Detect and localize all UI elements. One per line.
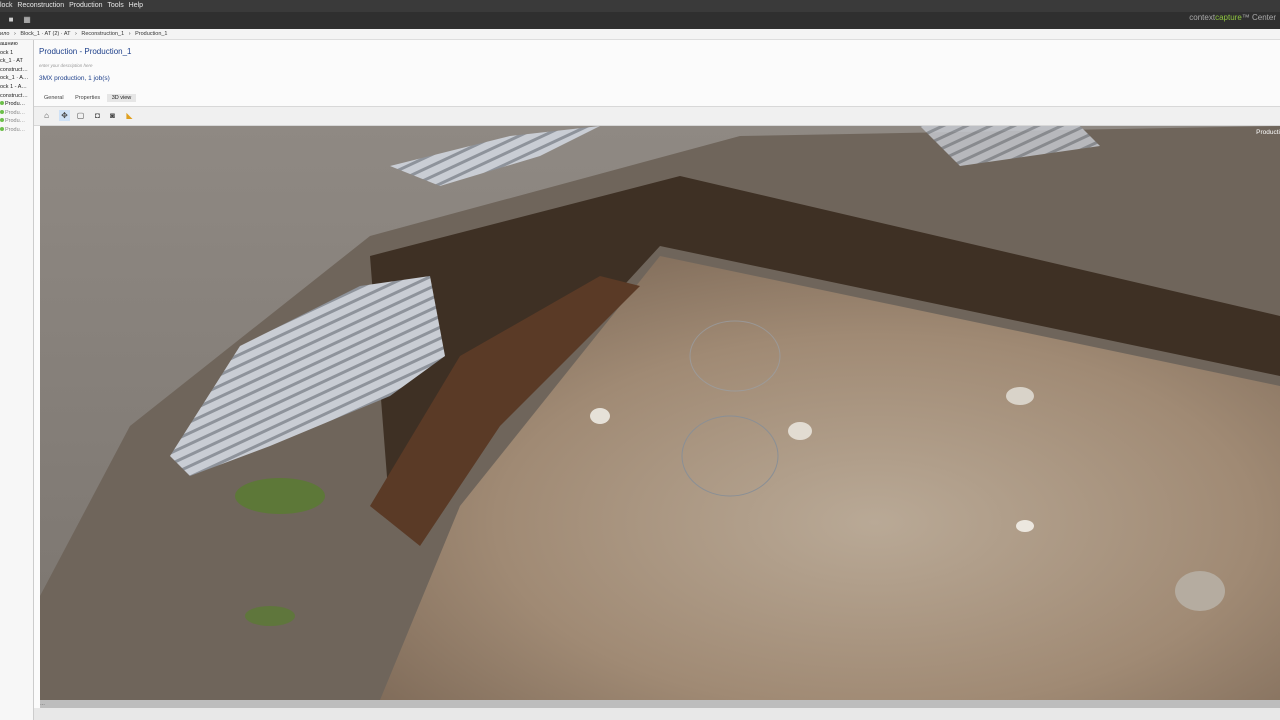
tree-item[interactable]: construct… [0,92,33,101]
tree-item[interactable]: ашнию [0,40,33,49]
home-view-icon[interactable]: ⌂ [41,110,52,121]
tree-item-label: construct… [0,92,28,99]
tree-item[interactable]: construct… [0,66,33,75]
pan-icon[interactable]: ✥ [59,110,70,121]
breadcrumb-item[interactable]: ило [0,31,9,37]
production-header: Production - Production_1 enter your des… [34,40,1280,106]
menu-item-block[interactable]: lock [0,2,12,9]
tree-item[interactable]: ock 1 [0,49,33,58]
breadcrumb-separator: › [74,31,77,37]
menu-item-help[interactable]: Help [129,2,143,9]
breadcrumb-item[interactable]: Block_1 · AT (2) · AT [20,31,70,37]
breadcrumb-separator: › [128,31,131,37]
tree-item[interactable]: ock_1 · A… [0,74,33,83]
tree-item-label: ck_1 · AT [0,58,23,65]
tree-item-label: ock 1 - A… [0,83,27,90]
status-bar: … [40,700,1280,708]
status-text: … [40,701,45,707]
grid-icon[interactable]: ▦ [22,15,32,25]
tree-item[interactable]: ck_1 · AT [0,57,33,66]
description-field[interactable]: enter your description here [39,63,93,68]
app-toolbar: ■ ▦ [0,12,1280,29]
viewport-corner-label: Producti [1256,129,1280,136]
breadcrumb: ило › Block_1 · AT (2) · AT › Reconstruc… [0,29,1280,40]
tree-item[interactable]: Produ… [0,117,33,126]
menu-item-reconstruction[interactable]: Reconstruction [17,2,64,9]
breadcrumb-separator: › [13,31,16,37]
status-dot-icon [0,126,4,131]
status-dot-icon [0,101,4,106]
brand-highlight: capture [1215,13,1242,22]
camera-icon[interactable]: ◘ [92,110,103,121]
tree-item-label: ашнию [0,41,18,47]
tree-item[interactable]: Produ… [0,126,33,135]
page-title: Production - Production_1 [39,47,132,56]
menu-item-tools[interactable]: Tools [107,2,123,9]
status-dot-icon [0,109,4,114]
tab-general[interactable]: General [39,94,69,102]
tree-item[interactable]: Produ… [0,109,33,118]
tree-item-label: Produ… [5,101,26,108]
tree-item-label: Produ… [5,126,26,133]
tree-item[interactable]: Produ… [0,100,33,109]
bottom-strip [34,708,1280,720]
status-dot-icon [0,118,4,123]
tree-item-label: Produ… [5,118,26,125]
breadcrumb-item[interactable]: Reconstruction_1 [81,31,124,37]
3d-viewport[interactable]: Producti [40,126,1280,700]
tab-bar: General Properties 3D view [39,94,137,102]
breadcrumb-item[interactable]: Production_1 [135,31,167,37]
stop-icon[interactable]: ■ [6,15,16,25]
brand-suffix: ™ Center [1241,13,1276,22]
frame-icon[interactable]: ▢ [75,110,86,121]
view-toolbar: ⌂ ✥ ▢ ◘ ◙ ◣ [34,106,1280,126]
brand-prefix: context [1189,13,1216,22]
snapshot-icon[interactable]: ◙ [107,110,118,121]
main-panel: Production - Production_1 enter your des… [34,40,1280,720]
project-tree: ашнию ock 1 ck_1 · AT construct… ock_1 · A… o… [0,40,34,720]
tree-item[interactable]: ock 1 - A… [0,83,33,92]
production-summary: 3MX production, 1 job(s) [39,75,110,82]
tree-item-label: ock 1 [0,49,14,56]
3d-model-render [40,126,1280,700]
tab-3d-view[interactable]: 3D view [106,94,137,102]
menu-bar: lock Reconstruction Production Tools Hel… [0,0,1280,12]
measure-icon[interactable]: ◣ [124,110,135,121]
menu-item-production[interactable]: Production [69,2,102,9]
tree-item-label: ock_1 · A… [0,75,29,82]
tree-item-label: construct… [0,66,28,73]
tree-item-label: Produ… [5,109,26,116]
tab-properties[interactable]: Properties [70,94,105,102]
